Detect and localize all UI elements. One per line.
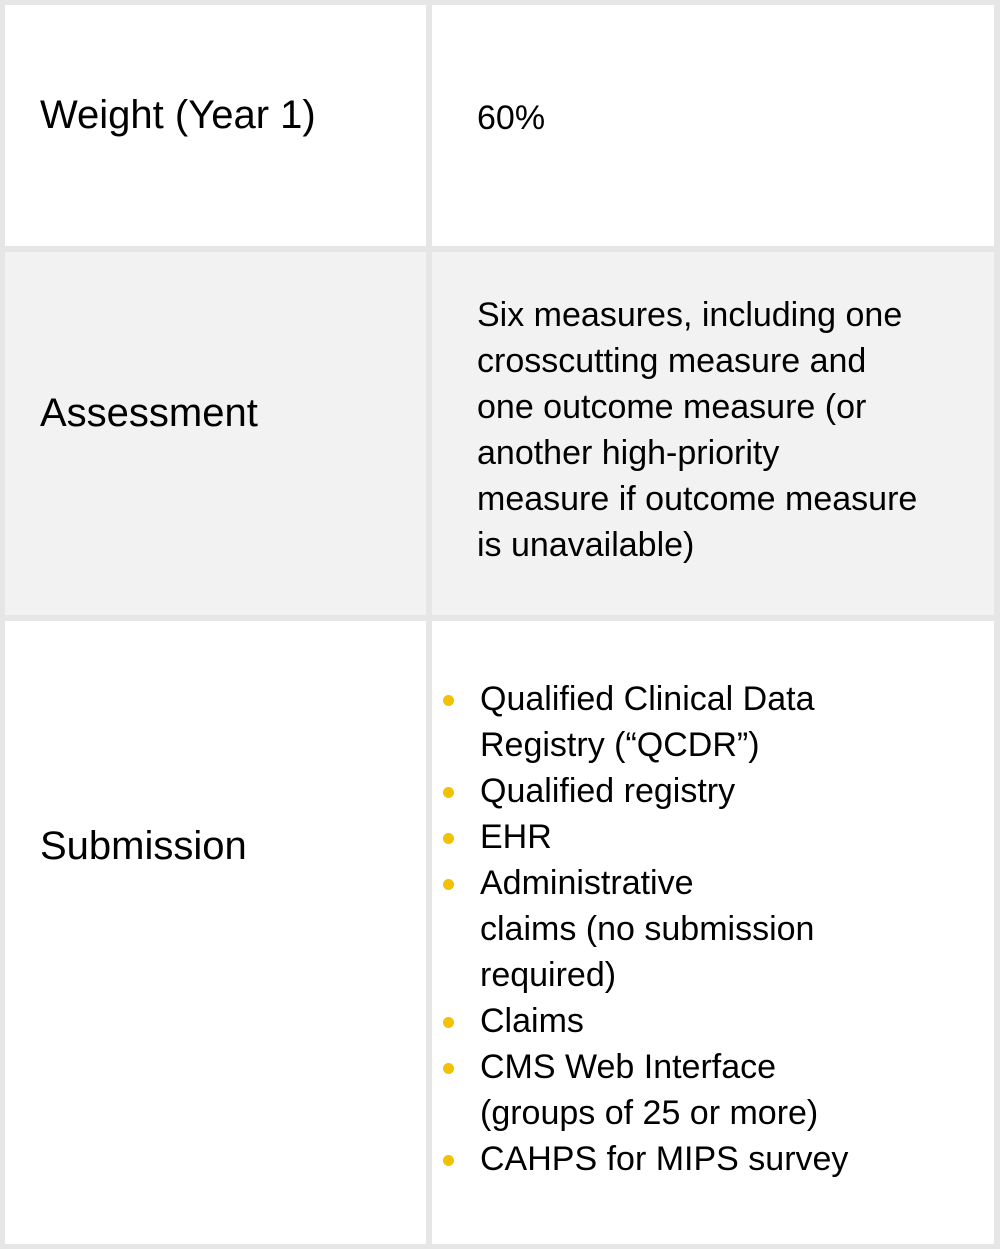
submission-list: Qualified Clinical Data Registry (“QCDR”… xyxy=(440,676,990,1182)
assessment-line: one outcome measure (or xyxy=(477,388,867,426)
list-item: EHR xyxy=(440,814,990,860)
list-item: CAHPS for MIPS survey xyxy=(440,1136,990,1182)
bullet-icon xyxy=(443,833,454,844)
assessment-line: is unavailable) xyxy=(477,526,695,564)
bullet-icon xyxy=(443,787,454,798)
row-submission-label-cell xyxy=(5,621,426,1244)
bullet-icon xyxy=(443,695,454,706)
list-item: Administrative claims (no submission req… xyxy=(440,860,990,998)
assessment-line: another high-priority xyxy=(477,434,780,472)
row-submission-label: Submission xyxy=(40,824,247,868)
bullet-icon xyxy=(443,1155,454,1166)
bullet-icon xyxy=(443,879,454,890)
bullet-icon xyxy=(443,1017,454,1028)
assessment-line: Six measures, including one xyxy=(477,296,903,334)
bullet-icon xyxy=(443,1063,454,1074)
list-item: CMS Web Interface (groups of 25 or more) xyxy=(440,1044,990,1136)
assessment-line: measure if outcome measure xyxy=(477,480,918,518)
row-assessment-value: Six measures, including one crosscutting… xyxy=(477,292,987,568)
list-item: Qualified registry xyxy=(440,768,990,814)
row-weight-label: Weight (Year 1) xyxy=(40,93,316,137)
assessment-line: crosscutting measure and xyxy=(477,342,867,380)
row-assessment-label: Assessment xyxy=(40,391,258,435)
list-item: Claims xyxy=(440,998,990,1044)
list-item: Qualified Clinical Data Registry (“QCDR”… xyxy=(440,676,990,768)
row-weight-value: 60% xyxy=(477,99,546,137)
